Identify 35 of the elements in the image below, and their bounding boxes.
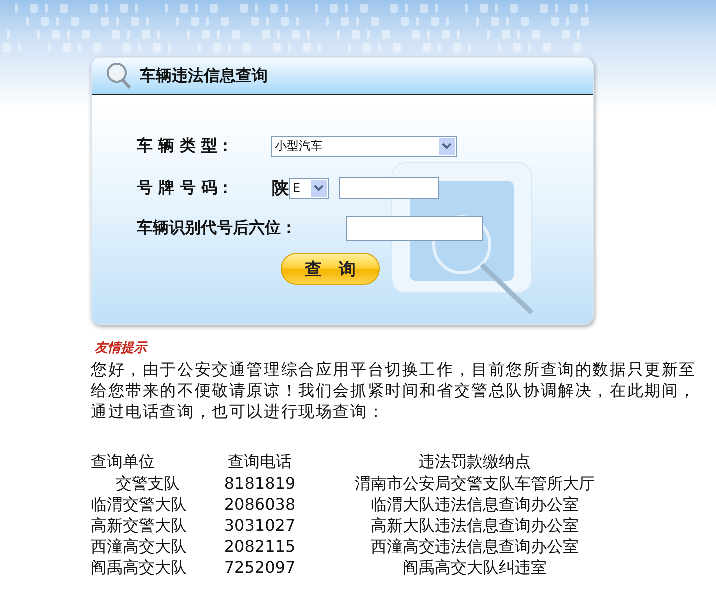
table-cell: 西潼高交违法信息查询办公室 [371,536,579,557]
table-cell: 2082115 [224,536,296,557]
panel-title: 车辆违法信息查询 [140,66,268,86]
field-label: 车辆识别代号后六位： [137,218,298,238]
caret-icon [311,180,327,196]
table-cell: 渭南市公安局交警支队车管所大厅 [355,473,595,494]
query-button[interactable]: 查 询 [281,253,380,285]
notice-text: 给您带来的不便敬请原谅！我们会抓紧时间和省交警总队协调解决，在此期间， [91,380,698,401]
column-header: 违法罚款缴纳点 [419,452,531,473]
column-header: 查询电话 [228,452,292,473]
notice-text: 您好，由于公安交通管理综合应用平台切换工作，目前您所查询的数据只更新至 [91,359,698,380]
table-cell: 8181819 [224,473,296,494]
plate-letter-select[interactable]: E [289,178,329,198]
province-label: 陕 [272,178,289,200]
field-label: 车 辆 类 型： [137,136,235,156]
field-label: 号 牌 号 码： [137,178,235,198]
table-cell: 西潼高交大队 [91,536,187,557]
caret-icon [439,138,455,154]
search-icon [106,62,132,90]
table-cell: 阎禹高交大队纠违室 [403,557,547,578]
table-cell: 2086038 [224,494,296,515]
table-cell: 3031027 [224,515,296,536]
notice-title: 友情提示 [95,340,150,357]
vin-field[interactable] [346,216,483,240]
table-cell: 临渭交警大队 [91,494,187,515]
table-cell: 交警支队 [116,473,180,494]
column-header: 查询单位 [91,452,155,473]
table-cell: 7252097 [224,557,296,578]
vehicle-type-select[interactable]: 小型汽车 [271,136,457,156]
table-cell: 临渭大队违法信息查询办公室 [371,494,579,515]
table-cell: 高新大队违法信息查询办公室 [371,515,579,536]
plate-number-field[interactable] [339,177,439,199]
notice-text: 通过电话查询，也可以进行现场查询： [91,401,386,422]
table-cell: 阎禹高交大队 [91,557,187,578]
table-cell: 高新交警大队 [91,515,187,536]
